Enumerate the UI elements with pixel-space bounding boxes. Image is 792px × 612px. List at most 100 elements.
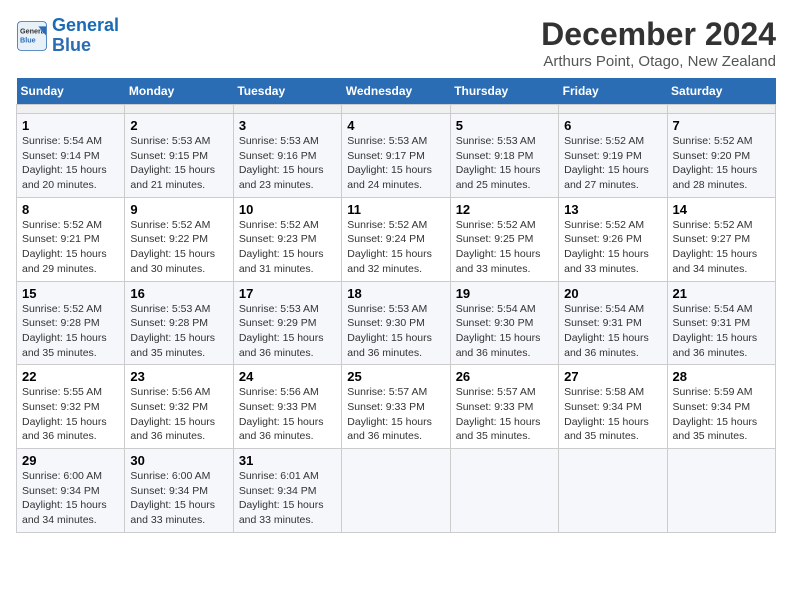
day-number: 5 xyxy=(456,118,553,133)
daylight-label: Daylight: 15 hours and 28 minutes. xyxy=(673,164,758,191)
header-monday: Monday xyxy=(125,78,233,105)
calendar-cell xyxy=(342,449,450,533)
daylight-label: Daylight: 15 hours and 33 minutes. xyxy=(130,499,215,526)
sunrise-label: Sunrise: 5:52 AM xyxy=(564,135,644,147)
sunrise-label: Sunrise: 5:52 AM xyxy=(347,219,427,231)
calendar-header-row: SundayMondayTuesdayWednesdayThursdayFrid… xyxy=(17,78,776,105)
sunset-label: Sunset: 9:15 PM xyxy=(130,150,208,162)
sunrise-label: Sunrise: 5:54 AM xyxy=(673,303,753,315)
location-title: Arthurs Point, Otago, New Zealand xyxy=(541,53,776,70)
day-data: Sunrise: 6:01 AM Sunset: 9:34 PM Dayligh… xyxy=(239,469,336,528)
day-number: 15 xyxy=(22,286,119,301)
calendar-cell: 25 Sunrise: 5:57 AM Sunset: 9:33 PM Dayl… xyxy=(342,365,450,449)
sunrise-label: Sunrise: 5:57 AM xyxy=(456,386,536,398)
title-section: December 2024 Arthurs Point, Otago, New … xyxy=(541,16,776,70)
header-tuesday: Tuesday xyxy=(233,78,341,105)
day-number: 9 xyxy=(130,202,227,217)
calendar-cell: 7 Sunrise: 5:52 AM Sunset: 9:20 PM Dayli… xyxy=(667,114,775,198)
day-number: 25 xyxy=(347,369,444,384)
sunset-label: Sunset: 9:31 PM xyxy=(673,317,751,329)
day-data: Sunrise: 5:52 AM Sunset: 9:20 PM Dayligh… xyxy=(673,134,770,193)
calendar-cell: 4 Sunrise: 5:53 AM Sunset: 9:17 PM Dayli… xyxy=(342,114,450,198)
day-number: 30 xyxy=(130,453,227,468)
calendar-cell xyxy=(17,105,125,114)
sunset-label: Sunset: 9:16 PM xyxy=(239,150,317,162)
logo: General Blue General Blue xyxy=(16,16,119,56)
calendar-cell: 11 Sunrise: 5:52 AM Sunset: 9:24 PM Dayl… xyxy=(342,197,450,281)
calendar-cell: 3 Sunrise: 5:53 AM Sunset: 9:16 PM Dayli… xyxy=(233,114,341,198)
calendar-cell: 12 Sunrise: 5:52 AM Sunset: 9:25 PM Dayl… xyxy=(450,197,558,281)
daylight-label: Daylight: 15 hours and 35 minutes. xyxy=(456,416,541,443)
sunrise-label: Sunrise: 5:52 AM xyxy=(673,135,753,147)
daylight-label: Daylight: 15 hours and 36 minutes. xyxy=(564,332,649,359)
day-data: Sunrise: 5:56 AM Sunset: 9:32 PM Dayligh… xyxy=(130,385,227,444)
calendar-cell xyxy=(450,105,558,114)
calendar-week-5: 29 Sunrise: 6:00 AM Sunset: 9:34 PM Dayl… xyxy=(17,449,776,533)
day-data: Sunrise: 5:52 AM Sunset: 9:21 PM Dayligh… xyxy=(22,218,119,277)
day-data: Sunrise: 5:53 AM Sunset: 9:17 PM Dayligh… xyxy=(347,134,444,193)
day-number: 4 xyxy=(347,118,444,133)
header-sunday: Sunday xyxy=(17,78,125,105)
header-saturday: Saturday xyxy=(667,78,775,105)
sunset-label: Sunset: 9:19 PM xyxy=(564,150,642,162)
daylight-label: Daylight: 15 hours and 30 minutes. xyxy=(130,248,215,275)
calendar-cell xyxy=(559,449,667,533)
calendar-cell: 15 Sunrise: 5:52 AM Sunset: 9:28 PM Dayl… xyxy=(17,281,125,365)
day-data: Sunrise: 5:57 AM Sunset: 9:33 PM Dayligh… xyxy=(347,385,444,444)
sunrise-label: Sunrise: 5:55 AM xyxy=(22,386,102,398)
daylight-label: Daylight: 15 hours and 36 minutes. xyxy=(347,416,432,443)
day-data: Sunrise: 5:52 AM Sunset: 9:28 PM Dayligh… xyxy=(22,302,119,361)
sunset-label: Sunset: 9:21 PM xyxy=(22,233,100,245)
daylight-label: Daylight: 15 hours and 35 minutes. xyxy=(130,332,215,359)
calendar-week-3: 15 Sunrise: 5:52 AM Sunset: 9:28 PM Dayl… xyxy=(17,281,776,365)
sunrise-label: Sunrise: 5:52 AM xyxy=(22,303,102,315)
daylight-label: Daylight: 15 hours and 21 minutes. xyxy=(130,164,215,191)
calendar-cell: 21 Sunrise: 5:54 AM Sunset: 9:31 PM Dayl… xyxy=(667,281,775,365)
sunset-label: Sunset: 9:34 PM xyxy=(564,401,642,413)
calendar-cell: 20 Sunrise: 5:54 AM Sunset: 9:31 PM Dayl… xyxy=(559,281,667,365)
calendar-cell: 27 Sunrise: 5:58 AM Sunset: 9:34 PM Dayl… xyxy=(559,365,667,449)
calendar-cell xyxy=(233,105,341,114)
sunset-label: Sunset: 9:20 PM xyxy=(673,150,751,162)
day-data: Sunrise: 5:54 AM Sunset: 9:14 PM Dayligh… xyxy=(22,134,119,193)
calendar-cell: 22 Sunrise: 5:55 AM Sunset: 9:32 PM Dayl… xyxy=(17,365,125,449)
day-data: Sunrise: 5:53 AM Sunset: 9:18 PM Dayligh… xyxy=(456,134,553,193)
day-number: 24 xyxy=(239,369,336,384)
sunrise-label: Sunrise: 5:52 AM xyxy=(673,219,753,231)
sunset-label: Sunset: 9:32 PM xyxy=(22,401,100,413)
calendar-cell: 8 Sunrise: 5:52 AM Sunset: 9:21 PM Dayli… xyxy=(17,197,125,281)
sunrise-label: Sunrise: 5:52 AM xyxy=(456,219,536,231)
daylight-label: Daylight: 15 hours and 20 minutes. xyxy=(22,164,107,191)
calendar-week-0 xyxy=(17,105,776,114)
sunset-label: Sunset: 9:34 PM xyxy=(22,485,100,497)
day-number: 27 xyxy=(564,369,661,384)
daylight-label: Daylight: 15 hours and 24 minutes. xyxy=(347,164,432,191)
sunset-label: Sunset: 9:34 PM xyxy=(130,485,208,497)
calendar-cell xyxy=(667,105,775,114)
day-number: 26 xyxy=(456,369,553,384)
calendar-cell: 23 Sunrise: 5:56 AM Sunset: 9:32 PM Dayl… xyxy=(125,365,233,449)
sunset-label: Sunset: 9:29 PM xyxy=(239,317,317,329)
daylight-label: Daylight: 15 hours and 31 minutes. xyxy=(239,248,324,275)
day-number: 6 xyxy=(564,118,661,133)
day-number: 11 xyxy=(347,202,444,217)
sunset-label: Sunset: 9:23 PM xyxy=(239,233,317,245)
daylight-label: Daylight: 15 hours and 36 minutes. xyxy=(673,332,758,359)
calendar-cell: 13 Sunrise: 5:52 AM Sunset: 9:26 PM Dayl… xyxy=(559,197,667,281)
sunrise-label: Sunrise: 5:53 AM xyxy=(239,135,319,147)
calendar-cell: 26 Sunrise: 5:57 AM Sunset: 9:33 PM Dayl… xyxy=(450,365,558,449)
calendar-cell: 1 Sunrise: 5:54 AM Sunset: 9:14 PM Dayli… xyxy=(17,114,125,198)
day-number: 17 xyxy=(239,286,336,301)
daylight-label: Daylight: 15 hours and 35 minutes. xyxy=(564,416,649,443)
header-wednesday: Wednesday xyxy=(342,78,450,105)
sunset-label: Sunset: 9:30 PM xyxy=(347,317,425,329)
sunrise-label: Sunrise: 6:00 AM xyxy=(22,470,102,482)
sunset-label: Sunset: 9:27 PM xyxy=(673,233,751,245)
calendar-cell: 9 Sunrise: 5:52 AM Sunset: 9:22 PM Dayli… xyxy=(125,197,233,281)
calendar-cell: 30 Sunrise: 6:00 AM Sunset: 9:34 PM Dayl… xyxy=(125,449,233,533)
day-number: 7 xyxy=(673,118,770,133)
sunrise-label: Sunrise: 5:53 AM xyxy=(130,303,210,315)
sunset-label: Sunset: 9:32 PM xyxy=(130,401,208,413)
sunset-label: Sunset: 9:33 PM xyxy=(347,401,425,413)
day-number: 10 xyxy=(239,202,336,217)
